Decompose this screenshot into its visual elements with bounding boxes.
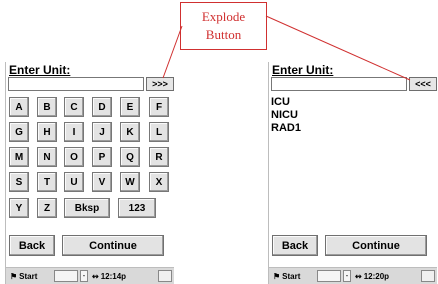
windows-flag-icon: ⚑ — [10, 271, 18, 281]
input-menu-button[interactable]: - — [80, 270, 88, 282]
key-v[interactable]: V — [92, 172, 112, 192]
key-b[interactable]: B — [37, 97, 57, 117]
start-button[interactable]: ⚑ Start — [271, 270, 302, 282]
key-123[interactable]: 123 — [118, 198, 156, 218]
left-pda-screen: Enter Unit: >>> A B C D E F G H I J K L … — [5, 62, 174, 284]
explode-button[interactable]: >>> — [146, 77, 174, 91]
unit-input[interactable] — [8, 77, 144, 91]
key-e[interactable]: E — [120, 97, 140, 117]
unit-input[interactable] — [271, 77, 407, 91]
key-k[interactable]: K — [120, 122, 140, 142]
system-tray-icon[interactable] — [421, 270, 435, 282]
key-f[interactable]: F — [149, 97, 169, 117]
key-p[interactable]: P — [92, 147, 112, 167]
key-x[interactable]: X — [149, 172, 169, 192]
start-button[interactable]: ⚑ Start — [8, 270, 39, 282]
back-button[interactable]: Back — [272, 235, 318, 256]
key-l[interactable]: L — [149, 122, 169, 142]
list-item[interactable]: ICU — [271, 96, 435, 109]
collapse-button[interactable]: <<< — [409, 77, 437, 91]
continue-button[interactable]: Continue — [62, 235, 164, 256]
time-text: 12:14p — [100, 271, 127, 281]
key-a[interactable]: A — [9, 97, 29, 117]
enter-unit-title: Enter Unit: — [272, 63, 334, 77]
key-q[interactable]: Q — [120, 147, 140, 167]
key-y[interactable]: Y — [9, 198, 29, 218]
keyboard-icon[interactable] — [54, 270, 78, 282]
callout-line-1: Explode — [201, 9, 246, 24]
right-pda-screen: Enter Unit: <<< ICU NICU RAD1 Back Conti… — [268, 62, 437, 284]
key-r[interactable]: R — [149, 147, 169, 167]
explode-button-callout: Explode Button — [180, 2, 267, 50]
key-s[interactable]: S — [9, 172, 29, 192]
key-c[interactable]: C — [64, 97, 84, 117]
input-menu-button[interactable]: - — [343, 270, 351, 282]
clock: ↭ 12:14p — [92, 270, 126, 282]
key-n[interactable]: N — [37, 147, 57, 167]
keyboard-icon[interactable] — [317, 270, 341, 282]
key-bksp[interactable]: Bksp — [64, 198, 110, 218]
key-t[interactable]: T — [37, 172, 57, 192]
list-item[interactable]: RAD1 — [271, 122, 435, 135]
windows-flag-icon: ⚑ — [273, 271, 281, 281]
key-m[interactable]: M — [9, 147, 29, 167]
key-g[interactable]: G — [9, 122, 29, 142]
enter-unit-title: Enter Unit: — [9, 63, 71, 77]
key-d[interactable]: D — [92, 97, 112, 117]
unit-list: ICU NICU RAD1 — [271, 96, 435, 135]
start-label: Start — [282, 271, 301, 281]
time-text: 12:20p — [363, 271, 390, 281]
key-w[interactable]: W — [120, 172, 140, 192]
list-item[interactable]: NICU — [271, 109, 435, 122]
connectivity-icon: ↭ — [355, 271, 362, 281]
back-button[interactable]: Back — [9, 235, 55, 256]
taskbar: ⚑ Start - ↭ 12:20p — [269, 267, 437, 284]
clock: ↭ 12:20p — [355, 270, 389, 282]
start-label: Start — [19, 271, 38, 281]
taskbar: ⚑ Start - ↭ 12:14p — [6, 267, 174, 284]
callout-line-2: Button — [205, 27, 242, 42]
key-z[interactable]: Z — [37, 198, 57, 218]
connectivity-icon: ↭ — [92, 271, 99, 281]
key-i[interactable]: I — [64, 122, 84, 142]
system-tray-icon[interactable] — [158, 270, 172, 282]
key-o[interactable]: O — [64, 147, 84, 167]
continue-button[interactable]: Continue — [325, 235, 427, 256]
key-h[interactable]: H — [37, 122, 57, 142]
key-j[interactable]: J — [92, 122, 112, 142]
key-u[interactable]: U — [64, 172, 84, 192]
